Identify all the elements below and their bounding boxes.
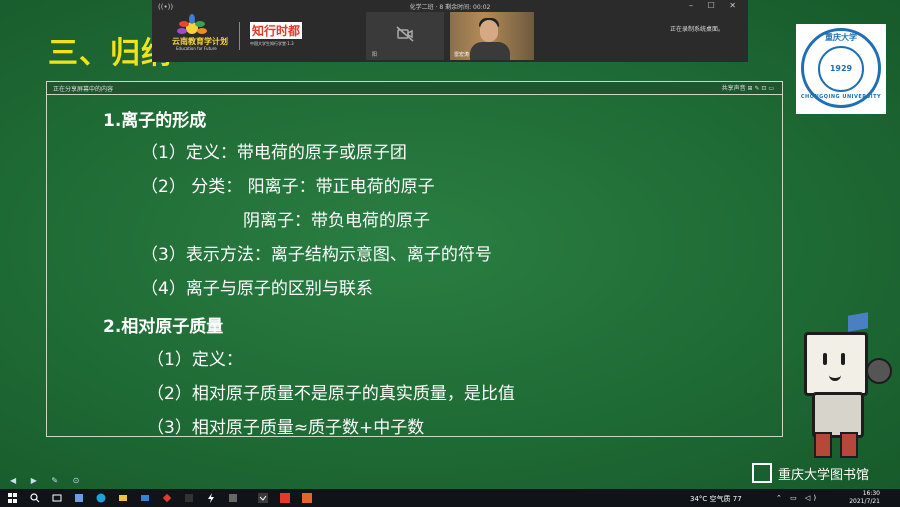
flag-icon: [848, 312, 868, 332]
university-name-cn: 重庆大学: [825, 33, 857, 42]
zhixing-logo: 知行时都 中国大学生知行学堂·1.3: [250, 22, 303, 47]
windows-start-icon[interactable]: [8, 493, 18, 503]
zhixing-logo-sub: 中国大学生知行学堂·1.3: [250, 41, 294, 46]
taskbar-clock[interactable]: 16:30 2021/7/21: [838, 490, 880, 506]
recording-notice: 正在录制系统桌面。: [669, 26, 724, 33]
s1-item3: （3）表示方法：离子结构示意图、离子的符号: [141, 245, 492, 265]
robot-mascot: [790, 310, 895, 460]
share-header: 正在分享屏幕中的内容 共享声音 ⊞ ✎ ⊡ ▭: [47, 82, 782, 95]
share-header-controls[interactable]: 共享声音 ⊞ ✎ ⊡ ▭: [722, 83, 774, 92]
system-tray-icons[interactable]: ⌃ ▭ ◁): [776, 494, 819, 502]
share-header-text: 正在分享屏幕中的内容: [53, 86, 114, 93]
clock-date: 2021/7/21: [849, 498, 880, 505]
library-logo-icon: [752, 463, 772, 483]
teacher-name: 雷宏涛: [454, 52, 470, 58]
university-name-en: CHONGQING UNIVERSITY: [800, 94, 882, 100]
s1-item2a: （2） 分类： 阳离子：带正电荷的原子: [141, 177, 435, 197]
zhixing-logo-name: 知行时都: [250, 22, 303, 39]
camera-off-icon: [396, 26, 414, 42]
file-explorer-icon[interactable]: [118, 493, 128, 503]
participant-name: 阳: [372, 52, 378, 58]
s1-item1: （1）定义：带电荷的原子或原子团: [141, 143, 407, 163]
chongqing-university-logo: 重庆大学 1929 CHONGQING UNIVERSITY: [796, 24, 886, 114]
mail-icon[interactable]: [140, 493, 150, 503]
windows-taskbar: 34°C 空气质 77 ⌃ ▭ ◁) 16:30 2021/7/21: [0, 489, 900, 507]
section2-title: 2.相对原子质量: [103, 317, 224, 337]
task-view-icon[interactable]: [52, 493, 62, 503]
flower-logo-icon: [177, 14, 207, 34]
widgets-icon[interactable]: [74, 493, 84, 503]
ppt-icon[interactable]: [302, 493, 312, 503]
education-logo: 云南教育学计划 Education for Future: [172, 14, 230, 52]
clock-time: 16:30: [862, 490, 880, 497]
edge-browser-icon[interactable]: [96, 493, 106, 503]
library-name: 重庆大学图书馆: [778, 467, 870, 483]
s2-item2: （2）相对原子质量不是原子的真实质量，是比值: [147, 384, 515, 404]
s2-item3: （3）相对原子质量≈质子数+中子数: [147, 418, 425, 438]
search-icon[interactable]: [30, 493, 40, 503]
weather-widget[interactable]: 34°C 空气质 77: [690, 494, 742, 504]
meeting-title: 化学二班 · 8 剩余时间: 00:02: [409, 4, 491, 11]
university-year: 1929: [829, 64, 853, 73]
library-watermark: 重庆大学图书馆: [752, 462, 869, 484]
logo-divider: [239, 22, 240, 50]
meeting-app-icon[interactable]: [258, 493, 268, 503]
teacher-avatar: [480, 20, 498, 42]
slide-nav-icons[interactable]: ◀ ▶ ✎ ⊙: [10, 476, 85, 485]
participant-video-off[interactable]: 阳: [366, 12, 444, 60]
education-logo-sub: Education for Future: [176, 46, 217, 51]
s1-item4: （4）离子与原子的区别与联系: [141, 279, 373, 299]
s1-item2b: 阴离子：带负电荷的原子: [243, 211, 430, 231]
app-red-icon[interactable]: [162, 493, 172, 503]
app-dark-icon[interactable]: [184, 493, 194, 503]
meeting-toolbar: ((•)) 化学二班 · 8 剩余时间: 00:02 – ☐ ✕ 云南教育学计划…: [152, 0, 748, 62]
lightning-icon[interactable]: [206, 493, 216, 503]
participant-video-teacher[interactable]: 雷宏涛: [450, 12, 534, 60]
slide-content: 1.离子的形成 （1）定义：带电荷的原子或原子团 （2） 分类： 阳离子：带正电…: [47, 96, 782, 438]
section1-title: 1.离子的形成: [103, 111, 207, 131]
shared-screen-window: 正在分享屏幕中的内容 共享声音 ⊞ ✎ ⊡ ▭ 1.离子的形成 （1）定义：带电…: [46, 81, 783, 438]
s2-item1: （1）定义：: [147, 350, 243, 370]
app-gray-icon[interactable]: [228, 493, 238, 503]
window-controls[interactable]: – ☐ ✕: [689, 1, 742, 10]
wps-icon[interactable]: [280, 493, 290, 503]
